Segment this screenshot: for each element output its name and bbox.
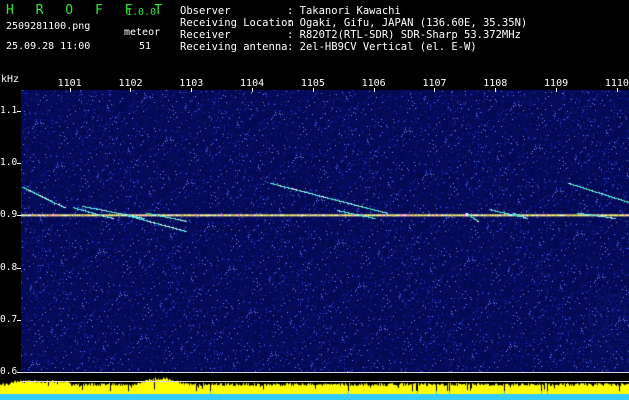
x-tick [191, 88, 192, 92]
receiver-label: Receiver [180, 29, 231, 41]
y-tick-label: 0.8 [0, 261, 18, 273]
file-name: 2509281100.png [6, 21, 91, 32]
observer-label: Observer [180, 5, 231, 17]
meteor-count: 51 [139, 41, 152, 52]
antenna-value: : 2el-HB9CV Vertical (el. E-W) [287, 41, 477, 53]
y-tick [17, 320, 21, 321]
y-tick [17, 372, 21, 373]
y-tick [17, 111, 21, 112]
x-tick [556, 88, 557, 92]
y-tick-label: 1.0 [0, 157, 18, 169]
x-tick [495, 88, 496, 92]
antenna-label: Receiving antenna [180, 41, 288, 53]
observer-value: : Takanori Kawachi [287, 5, 401, 17]
app-version: 1.0.0 [126, 7, 157, 18]
receiver-value: : R820T2(RTL-SDR) SDR-Sharp 53.372MHz [287, 29, 521, 41]
meteor-label: meteor [124, 27, 161, 38]
location-label: Receiving Location [180, 17, 294, 29]
x-tick [374, 88, 375, 92]
x-tick [617, 88, 618, 92]
date-time: 25.09.28 11:00 [6, 41, 91, 52]
y-tick [17, 268, 21, 269]
y-tick [17, 163, 21, 164]
location-value: : Ogaki, Gifu, JAPAN (136.60E, 35.35N) [287, 17, 528, 29]
x-tick [434, 88, 435, 92]
signal-level-bar [0, 372, 629, 400]
y-tick [17, 215, 21, 216]
spectrogram [21, 90, 629, 372]
y-axis-unit: kHz [1, 74, 20, 85]
level-divider-bottom [21, 381, 629, 382]
x-tick [252, 88, 253, 92]
y-tick-label: 0.9 [0, 209, 18, 221]
y-tick-label: 0.6 [0, 366, 18, 377]
level-divider-top [21, 372, 629, 373]
hrofft-display: H R O F F T 1.0.0 2509281100.png 25.09.2… [0, 0, 629, 400]
x-tick [313, 88, 314, 92]
y-tick-label: 0.7 [0, 313, 18, 325]
y-tick-label: 1.1 [0, 104, 18, 116]
x-tick [130, 88, 131, 92]
x-tick [70, 88, 71, 92]
